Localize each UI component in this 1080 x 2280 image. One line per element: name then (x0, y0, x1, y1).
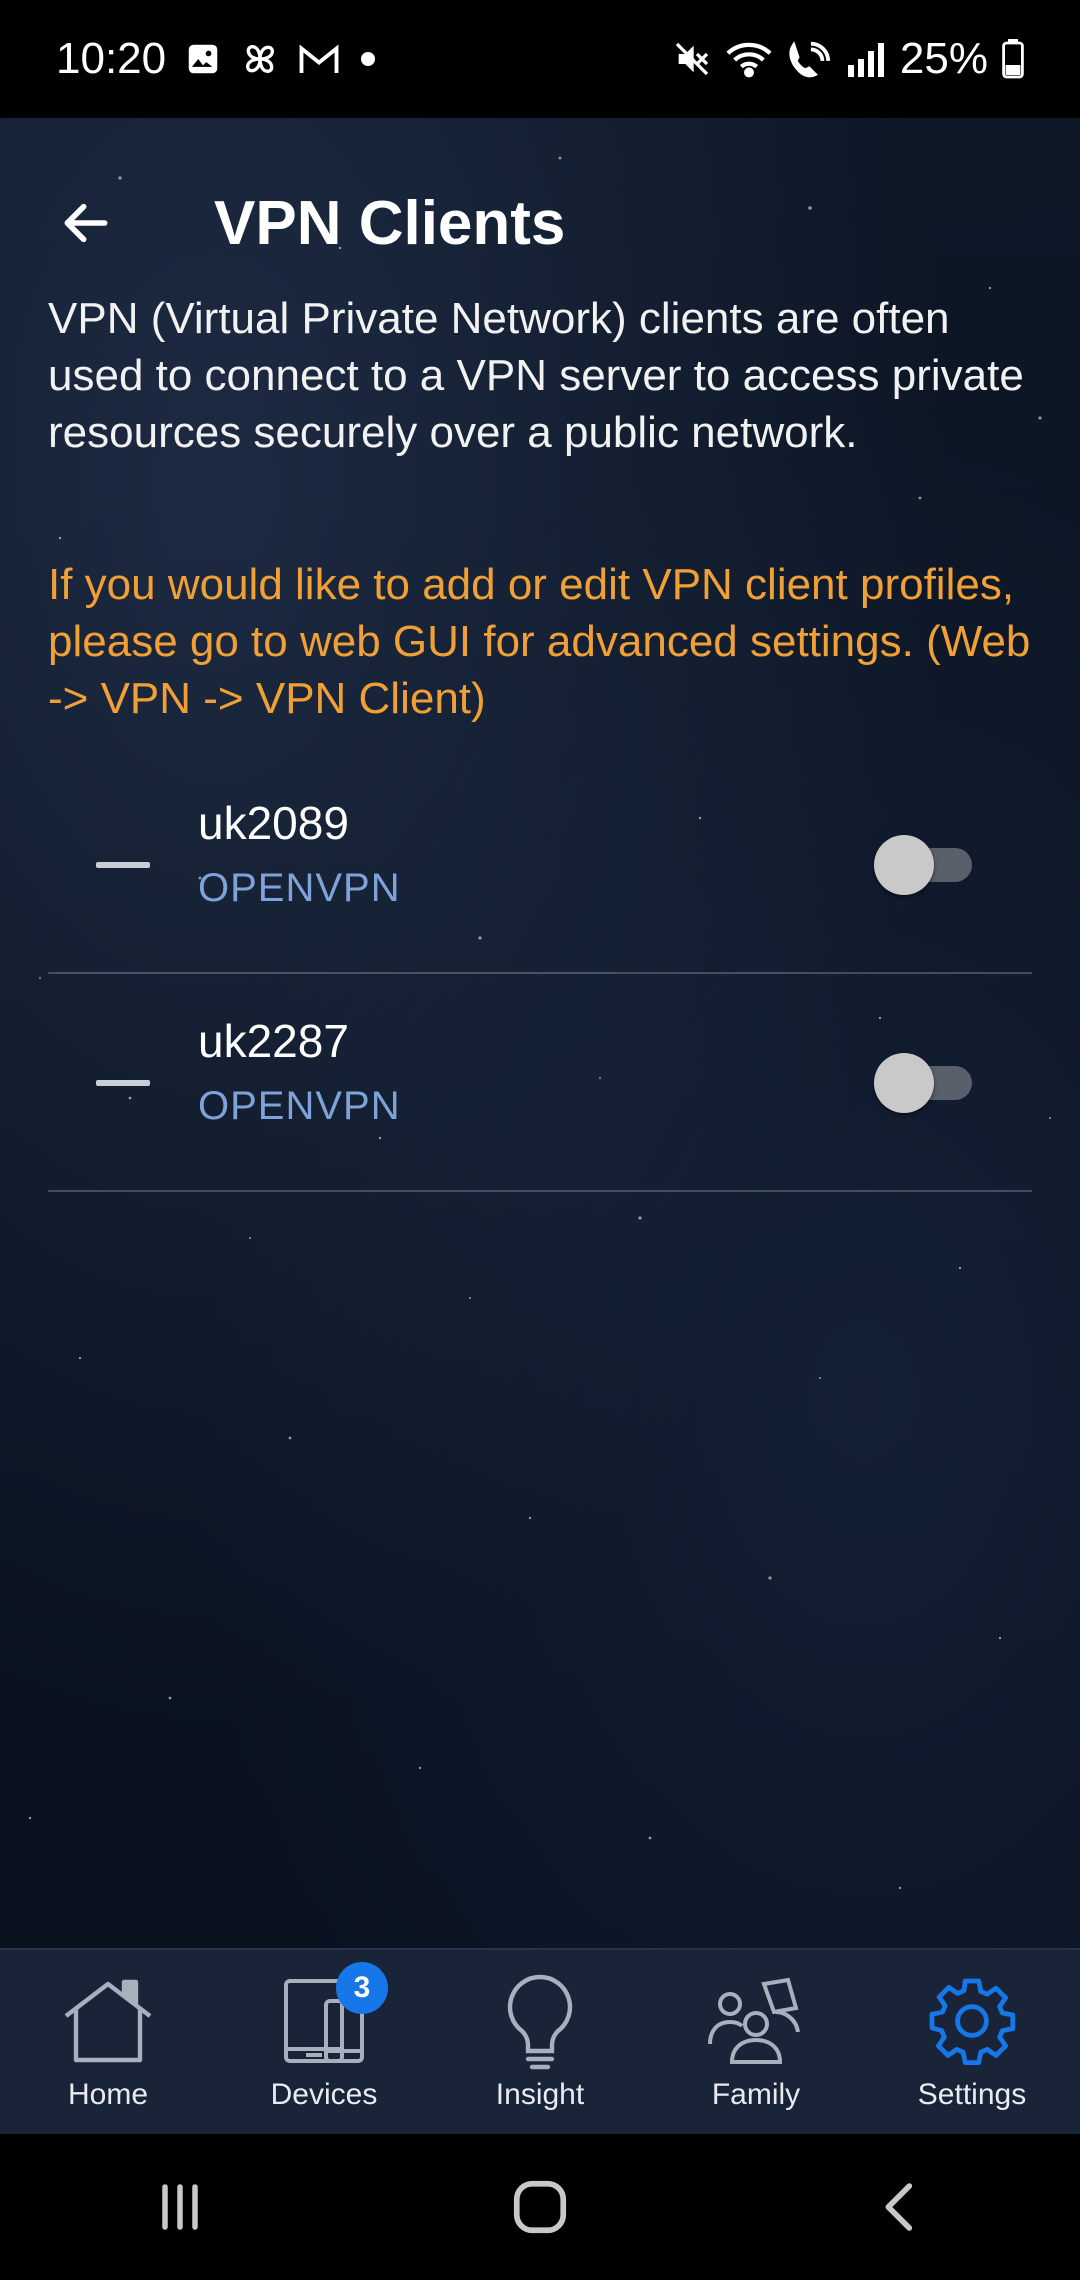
nav-item-family[interactable]: Family (648, 1950, 864, 2136)
nav-item-devices[interactable]: 3 Devices (216, 1950, 432, 2136)
devices-icon: 3 (274, 1962, 388, 2076)
nav-label: Insight (495, 2078, 585, 2111)
arrow-left-icon (64, 203, 108, 243)
status-time: 10:20 (56, 34, 167, 83)
back-system-button[interactable] (840, 2157, 960, 2257)
app-content: VPN Clients VPN (Virtual Private Network… (0, 118, 1080, 1948)
nav-item-insight[interactable]: Insight (432, 1950, 648, 2136)
pinwheel-icon (240, 39, 280, 79)
notice-text: If you would like to add or edit VPN cli… (48, 560, 1031, 723)
minus-icon (96, 1080, 150, 1086)
signal-icon (846, 41, 886, 77)
lightbulb-icon (500, 1966, 580, 2076)
vpn-client-toggle[interactable] (874, 835, 972, 895)
battery-icon (1002, 39, 1024, 79)
vpn-client-type: OPENVPN (198, 866, 401, 910)
dot-icon (358, 49, 378, 69)
mute-icon (672, 39, 712, 79)
gear-icon (924, 1966, 1020, 2076)
nav-label: Devices (270, 2078, 378, 2111)
nav-label: Settings (917, 2078, 1027, 2111)
page-title: VPN Clients (214, 188, 566, 258)
wifi-calling-icon (786, 39, 832, 79)
home-square-icon (513, 2180, 567, 2234)
battery-percentage: 25% (899, 34, 988, 83)
home-system-button[interactable] (480, 2157, 600, 2257)
description-text: VPN (Virtual Private Network) clients ar… (48, 294, 1024, 457)
toggle-knob (874, 835, 934, 895)
image-icon (184, 40, 222, 78)
wifi-icon (726, 39, 772, 79)
header: VPN Clients (0, 158, 1080, 288)
system-nav-bar (0, 2134, 1080, 2280)
vpn-client-name: uk2287 (198, 1015, 349, 1067)
nav-item-home[interactable]: Home (0, 1950, 216, 2136)
status-left: 10:20 (56, 34, 378, 84)
vpn-client-item[interactable]: uk2287 OPENVPN (48, 974, 1032, 1192)
status-bar: 10:20 25% (0, 0, 1080, 118)
back-button[interactable] (36, 173, 136, 273)
vpn-client-item[interactable]: uk2089 OPENVPN (48, 756, 1032, 974)
recent-apps-button[interactable] (120, 2157, 240, 2257)
gmail-icon (298, 41, 340, 77)
family-icon (704, 1966, 808, 2076)
vpn-client-toggle[interactable] (874, 1053, 972, 1113)
minus-icon (96, 862, 150, 868)
status-right: 25% (672, 34, 1024, 84)
home-icon (58, 1966, 158, 2076)
nav-item-settings[interactable]: Settings (864, 1950, 1080, 2136)
nav-label: Home (67, 2078, 149, 2111)
recent-apps-icon (162, 2184, 198, 2230)
nav-label: Family (711, 2078, 801, 2111)
chevron-left-icon (885, 2183, 913, 2231)
bottom-nav: Home 3 Devices Insight Family Settings (0, 1948, 1080, 2136)
devices-badge: 3 (336, 1962, 388, 2014)
vpn-client-type: OPENVPN (198, 1084, 401, 1128)
toggle-knob (874, 1053, 934, 1113)
vpn-client-list: uk2089 OPENVPN uk2287 OPENVPN (48, 756, 1032, 1192)
vpn-client-name: uk2089 (198, 797, 349, 849)
